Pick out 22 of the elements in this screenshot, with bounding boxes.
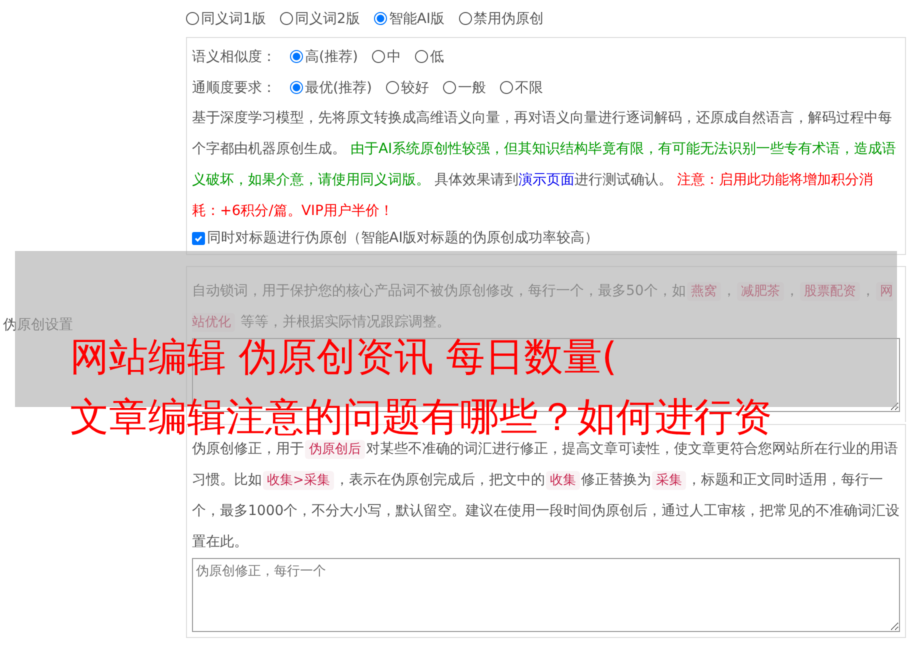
section-label: 伪原创设置	[3, 316, 73, 334]
overlay-title: 网站编辑 伪原创资讯 每日数量(	[70, 335, 618, 381]
radio-option[interactable]: 不限	[500, 78, 543, 96]
description-text: 自动锁词，用于保护您的核心产品词不被伪原创修改，每行一个，最多50个，如 燕窝 ， 减肥茶 ， 股票配资 ， 网站优化 等等，并根据实际情况跟踪调整。	[192, 281, 894, 334]
overlay-title: 文章编辑注意的问题有哪些？如何进行资	[70, 395, 772, 441]
radio-option[interactable]: 中	[372, 48, 401, 66]
checkbox-option[interactable]: 同时对标题进行伪原创（智能AI版对标题的伪原创成功率较高）	[192, 227, 599, 249]
description-text: 基于深度学习模型，先将原文转换成高维语义向量，再对语义向量进行逐词解码，还原成自然语言，解码过程中每个字都由机器原创生成。 由于AI系统原创性较强，但其知识结构毕竟有限，有可能无法识别一些专有术语，造成语义破坏，如果介意，请使用同义词版。 具体效果请到演示页面进行测试确认。 注意：启用此功能将增加积分消耗：+6积分/篇。VIP用户半价！	[192, 109, 898, 221]
radio-option[interactable]: 高(推荐)	[290, 48, 358, 66]
description-text: 伪原创修正，用于 伪原创后 对某些不准确的词汇进行修正，提高文章可读性，使文章更符合您网站所在行业的用语习惯。比如 收集>采集 ，表示在伪原创完成后，把文中的 收集 修正替换为 采集 ，标题和正文同时适用，每行一个，最多1000个，不分大小写，默认留空。建议在使用一段时间伪原创后，通过人工审核，把常见的不准确词汇设置在此。	[192, 439, 900, 552]
radio-option[interactable]: 禁用伪原创	[458, 10, 544, 28]
radio-option[interactable]: 同义词2版	[280, 10, 360, 28]
correction-field[interactable]: 伪原创修正，每行一个	[192, 558, 900, 632]
radio-option[interactable]: 一般	[442, 78, 486, 96]
demo-link[interactable]: 演示页面	[518, 172, 574, 188]
radio-option[interactable]: 智能AI版	[374, 10, 445, 28]
setting-label: 语义相似度：	[192, 48, 276, 66]
radio-option[interactable]: 低	[414, 48, 444, 66]
radio-option[interactable]: 最优(推荐)	[290, 78, 372, 96]
setting-label: 通顺度要求：	[192, 78, 276, 96]
radio-option[interactable]: 较好	[386, 78, 429, 96]
radio-option[interactable]: 同义词1版	[186, 10, 266, 28]
